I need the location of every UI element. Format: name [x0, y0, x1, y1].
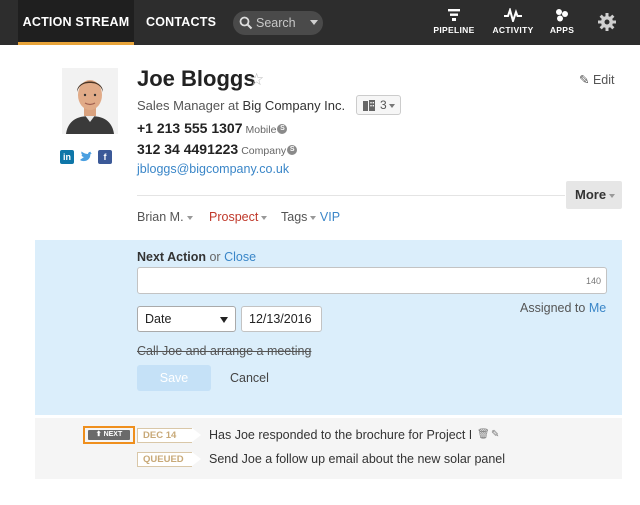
phone-number: 312 34 4491223 — [137, 141, 239, 157]
chevron-down-icon — [261, 215, 268, 220]
search-box[interactable]: Search — [233, 11, 323, 35]
tags-dropdown[interactable]: Tags VIP — [281, 210, 340, 224]
twitter-icon[interactable] — [79, 150, 93, 164]
skype-icon[interactable]: S — [277, 124, 288, 135]
status-label: Prospect — [209, 210, 259, 224]
char-count: 140 — [585, 276, 601, 286]
or-label: or — [209, 250, 221, 264]
chevron-down-icon — [220, 317, 228, 323]
close-link[interactable]: Close — [224, 250, 256, 264]
chevron-down-icon — [186, 215, 193, 220]
phone-type: Mobile — [245, 124, 277, 136]
list-item[interactable]: Has Joe responded to the brochure for Pr… — [209, 428, 471, 442]
edit-label: Edit — [592, 73, 615, 87]
assignee-link[interactable]: Me — [589, 301, 606, 315]
status-flag: QUEUED — [137, 452, 201, 467]
cancel-button[interactable]: Cancel — [230, 371, 269, 385]
pulse-icon — [504, 8, 522, 22]
edit-button[interactable]: ✎ Edit — [579, 72, 615, 87]
divider — [137, 195, 565, 196]
nav-apps-label: APPS — [549, 25, 575, 35]
tags-label: Tags — [281, 210, 308, 224]
chevron-down-icon — [310, 215, 317, 220]
owner-dropdown[interactable]: Brian M. — [137, 210, 193, 224]
list-item[interactable]: Send Joe a follow up email about the new… — [209, 452, 508, 466]
phone-company[interactable]: 312 34 4491223 Company S — [137, 141, 298, 157]
facebook-icon[interactable]: f — [98, 150, 112, 164]
nav-activity[interactable]: ACTIVITY — [490, 8, 536, 35]
more-label: More — [575, 187, 607, 202]
next-action-panel: Next Action or Close 140 Assigned to Me … — [35, 240, 622, 415]
star-icon[interactable]: ☆ — [249, 70, 264, 90]
search-icon — [239, 16, 253, 30]
assigned-to: Assigned to Me — [520, 301, 606, 315]
more-button[interactable]: More — [566, 181, 622, 209]
apps-icon — [556, 9, 568, 22]
action-stream-list: ⬆ NEXT DEC 14 Has Joe responded to the b… — [35, 418, 622, 479]
phone-type: Company — [241, 145, 287, 157]
phone-mobile[interactable]: +1 213 555 1307 Mobile S — [137, 120, 288, 136]
tag-vip[interactable]: VIP — [320, 210, 340, 224]
job-title-prefix: Sales Manager at — [137, 98, 239, 113]
nav-pipeline[interactable]: PIPELINE — [432, 8, 476, 35]
nav-apps[interactable]: APPS — [548, 8, 576, 35]
status-dropdown[interactable]: Prospect — [209, 210, 268, 224]
date-type-value: Date — [145, 312, 172, 326]
next-action-input[interactable]: 140 — [137, 267, 607, 294]
next-marker[interactable]: ⬆ NEXT — [83, 426, 135, 444]
trash-icon[interactable]: 🗑 — [477, 429, 490, 440]
skype-icon[interactable]: S — [287, 145, 298, 156]
chevron-down-icon — [389, 104, 395, 108]
top-nav-bar: ACTION STREAM CONTACTS Search PIPELINE A… — [0, 0, 640, 45]
funnel-icon — [448, 9, 460, 21]
pencil-icon[interactable]: ✎ — [491, 429, 499, 440]
building-icon — [363, 100, 375, 111]
company-count: 3 — [380, 98, 387, 112]
nav-pipeline-label: PIPELINE — [433, 25, 475, 35]
chevron-down-icon — [609, 193, 616, 198]
date-type-select[interactable]: Date — [137, 306, 236, 332]
avatar — [62, 68, 118, 134]
company-count-dropdown[interactable]: 3 — [356, 95, 401, 115]
search-input[interactable]: Search — [256, 16, 296, 30]
next-tag: ⬆ NEXT — [88, 430, 130, 440]
tab-contacts[interactable]: CONTACTS — [146, 0, 216, 45]
job-title: Sales Manager at Big Company Inc. — [137, 98, 345, 113]
company-link[interactable]: Big Company Inc. — [243, 98, 346, 113]
linkedin-icon[interactable]: in — [60, 150, 74, 164]
email-link[interactable]: jbloggs@bigcompany.co.uk — [137, 162, 289, 176]
nav-activity-label: ACTIVITY — [492, 25, 534, 35]
next-tag-label: NEXT — [103, 431, 123, 438]
date-field[interactable]: 12/13/2016 — [241, 306, 322, 332]
assigned-label: Assigned to — [520, 301, 586, 315]
date-flag: DEC 14 — [137, 428, 201, 443]
pencil-icon: ✎ — [579, 73, 590, 87]
owner-label: Brian M. — [137, 210, 184, 224]
pin-icon: ⬆ — [95, 431, 102, 438]
search-dropdown-icon[interactable] — [310, 20, 318, 25]
next-action-title: Next Action or Close — [137, 250, 256, 264]
completed-action: Call Joe and arrange a meeting — [137, 344, 312, 358]
next-action-label: Next Action — [137, 250, 206, 264]
tab-action-stream[interactable]: ACTION STREAM — [18, 0, 134, 45]
gear-icon[interactable] — [597, 12, 617, 32]
save-button[interactable]: Save — [137, 365, 211, 391]
contact-name: Joe Bloggs — [137, 66, 256, 91]
phone-number: +1 213 555 1307 — [137, 120, 243, 136]
